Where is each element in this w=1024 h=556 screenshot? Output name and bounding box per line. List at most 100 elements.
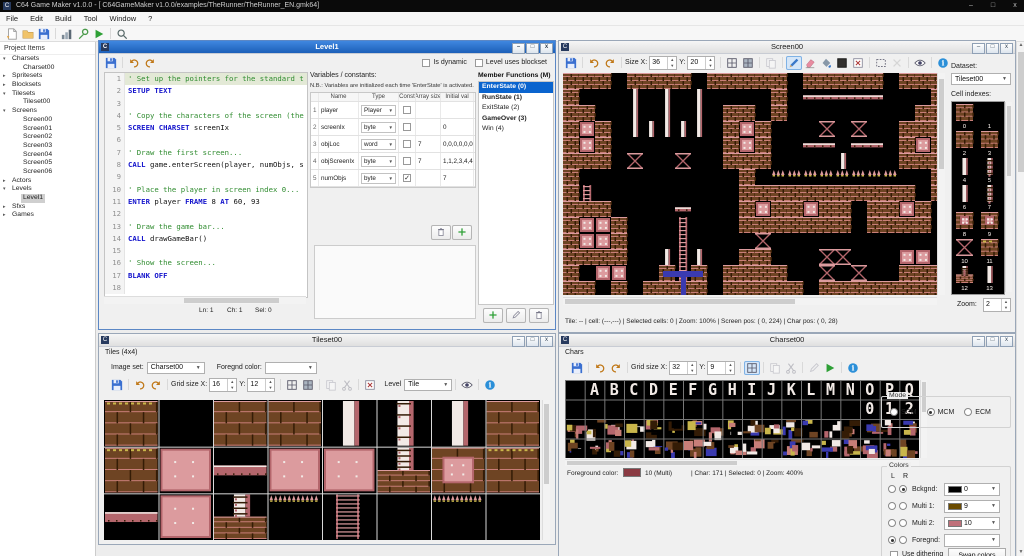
copy-icon[interactable] [763,56,779,70]
save-project-icon[interactable] [36,27,52,41]
size-x-stepper[interactable]: 36▲▼ [649,56,677,70]
function-item[interactable]: EnterState (0) [479,82,553,93]
code-line[interactable]: 3 [105,98,307,110]
maximize-icon[interactable]: □ [986,43,999,54]
filled-rect-tool-icon[interactable] [834,56,850,70]
grid-x-stepper[interactable]: 16▲▼ [209,378,237,392]
tree-item-screen00[interactable]: Screen00 [0,116,95,125]
level-dropdown[interactable]: Tile▼ [404,379,452,391]
function-item[interactable]: ExitState (2) [479,103,553,114]
close-icon[interactable]: x [1000,43,1013,54]
code-line[interactable]: 11ENTER player FRAME 8 AT 60, 93 [105,196,307,208]
tree-item-sfxs[interactable]: ▸Sfxs [0,203,95,212]
const-checkbox[interactable] [403,123,411,131]
tileset-vscrollbar[interactable] [542,400,550,540]
mdi-vscroll-thumb[interactable] [1018,52,1024,172]
clear-icon[interactable] [362,378,378,392]
collapse-icon[interactable]: ▾ [3,185,6,194]
tree-item-screen02[interactable]: Screen02 [0,133,95,142]
is-dynamic-checkbox[interactable] [422,59,430,67]
grid-icon[interactable] [724,56,740,70]
tools-icon[interactable] [75,27,91,41]
code-line[interactable]: 16' Show the screen... [105,257,307,269]
color-dropdown[interactable]: ▼ [944,534,1000,547]
type-dropdown[interactable]: word▼ [361,139,396,150]
grid-y-stepper[interactable]: 12▲▼ [247,378,275,392]
expand-icon[interactable]: ▸ [3,72,6,81]
eraser-tool-icon[interactable] [802,56,818,70]
collapse-icon[interactable]: ▾ [3,55,6,64]
build-icon[interactable] [59,27,75,41]
const-checkbox[interactable] [403,157,411,165]
maximize-icon[interactable]: □ [986,336,999,347]
code-line[interactable]: 13' Draw the game bar... [105,221,307,233]
scroll-up-icon[interactable]: ▲ [1017,42,1024,49]
code-line[interactable]: 12 [105,208,307,220]
tree-item-spritesets[interactable]: ▸Spritesets [0,72,95,81]
palette-vscrollbar[interactable] [1005,102,1012,292]
code-line[interactable]: 6 [105,134,307,146]
left-color-radio[interactable] [888,536,896,544]
fill-tool-icon[interactable] [818,56,834,70]
tree-item-screen03[interactable]: Screen03 [0,142,95,151]
left-color-radio[interactable] [888,502,896,510]
code-line[interactable]: 18 [105,282,307,294]
edit-icon[interactable] [806,361,822,375]
const-checkbox[interactable] [403,106,411,114]
charset-canvas[interactable] [565,380,919,458]
grid-icon[interactable] [284,378,300,392]
mdi-vscrollbar[interactable]: ▲ ▼ [1016,42,1024,556]
app-close-button[interactable]: x [1006,0,1024,12]
menu-item-edit[interactable]: Edit [24,12,49,25]
deselect-icon[interactable] [889,56,905,70]
level1-titlebar[interactable]: C Level1 – □ x [99,41,555,54]
minimize-icon[interactable]: – [972,43,985,54]
grid-filled-icon[interactable] [300,378,316,392]
maximize-icon[interactable]: □ [526,336,539,347]
select-rect-icon[interactable] [873,56,889,70]
right-color-radio[interactable] [899,502,907,510]
zoom-stepper[interactable]: 2▲▼ [983,298,1011,312]
variable-row-objScreenIx[interactable]: 4objScreenIxbyte▼71,1,2,3,4,4 [311,153,475,170]
variable-add-button[interactable] [452,225,472,240]
tree-item-charsets[interactable]: ▾Charsets [0,55,95,64]
tree-item-blocksets[interactable]: ▸Blocksets [0,81,95,90]
left-color-radio[interactable] [888,485,896,493]
tileset00-titlebar[interactable]: C Tileset00 – □ x [99,334,555,347]
redo-icon[interactable] [148,378,164,392]
save-icon[interactable] [563,56,579,70]
undo-icon[interactable] [126,56,142,70]
redo-icon[interactable] [608,361,624,375]
copy-icon[interactable] [767,361,783,375]
grid-y-stepper[interactable]: 9▲▼ [707,361,735,375]
color-dropdown[interactable]: 9▼ [944,500,1000,513]
variable-row-objLoc[interactable]: 3objLocword▼70,0,0,0,0,0 [311,136,475,153]
grid-filled-icon[interactable] [740,56,756,70]
variable-row-screenIx[interactable]: 2screenIxbyte▼0 [311,119,475,136]
type-dropdown[interactable]: byte▼ [361,122,396,133]
function-item[interactable]: GameOver (3) [479,114,553,125]
menu-item-file[interactable]: File [0,12,24,25]
mode-radio-ecm[interactable]: ECM [964,408,991,416]
charset00-titlebar[interactable]: C Charset00 – □ x [559,334,1015,347]
color-dropdown[interactable]: 0▼ [944,483,1000,496]
expand-icon[interactable]: ▸ [3,211,6,220]
code-line[interactable]: 15 [105,245,307,257]
function-edit-button[interactable] [506,308,526,323]
redo-icon[interactable] [142,56,158,70]
function-add-button[interactable] [483,308,503,323]
right-color-radio[interactable] [899,519,907,527]
menu-item-help[interactable]: ? [142,12,158,25]
expand-icon[interactable]: ▸ [3,81,6,90]
copy-icon[interactable] [323,378,339,392]
left-color-radio[interactable] [888,519,896,527]
maximize-icon[interactable]: □ [526,43,539,54]
type-dropdown[interactable]: Player▼ [361,105,396,116]
foregnd-color-dropdown[interactable]: ▼ [265,362,317,374]
search-icon[interactable] [114,27,130,41]
info-icon[interactable]: i [482,378,498,392]
member-functions-list[interactable]: EnterState (0)RunState (1)ExitState (2)G… [478,81,554,305]
mode-radio-mcm[interactable]: MCM [927,408,955,416]
undo-icon[interactable] [592,361,608,375]
close-icon[interactable]: x [540,336,553,347]
